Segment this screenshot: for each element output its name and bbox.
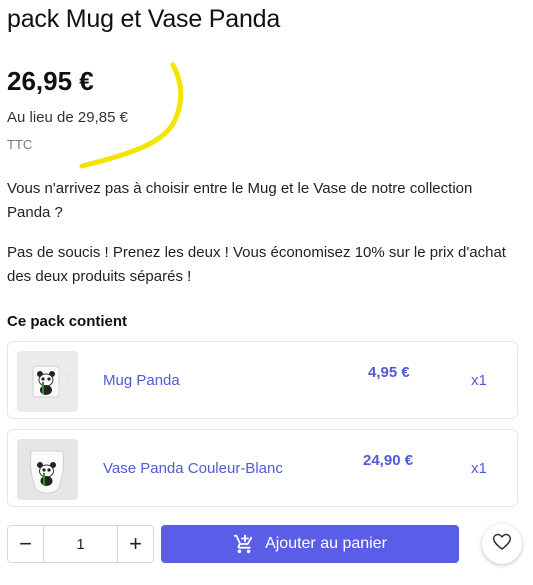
tax-label: TTC (7, 137, 33, 152)
old-price: Au lieu de 29,85 € (7, 109, 128, 126)
product-price: 26,95 € (7, 66, 94, 96)
pack-item-mug: Mug Panda 4,95 € x1 (7, 341, 518, 419)
item-quantity: x1 (471, 460, 487, 477)
item-price: 24,90 € (363, 452, 414, 469)
quantity-stepper: − + (7, 525, 154, 563)
product-title: pack Mug et Vase Panda (7, 5, 281, 33)
mug-thumbnail[interactable] (17, 351, 78, 412)
heart-icon (492, 532, 512, 557)
add-to-cart-button[interactable]: Ajouter au panier (161, 525, 459, 563)
pack-item-vase: Vase Panda Couleur-Blanc 24,90 € x1 (7, 429, 518, 507)
vase-thumbnail[interactable] (17, 439, 78, 500)
item-quantity: x1 (471, 372, 487, 389)
description-paragraph-1: Vous n'arrivez pas à choisir entre le Mu… (7, 180, 473, 221)
pack-contents-title: Ce pack contient (7, 313, 128, 330)
item-name-link[interactable]: Vase Panda Couleur-Blanc (103, 460, 283, 477)
description-paragraph-2: Pas de soucis ! Prenez les deux ! Vous é… (7, 244, 506, 285)
favorite-button[interactable] (482, 524, 522, 564)
add-to-cart-label: Ajouter au panier (265, 535, 387, 552)
increase-quantity-button[interactable]: + (117, 526, 153, 562)
decrease-quantity-button[interactable]: − (8, 526, 44, 562)
quantity-input[interactable] (44, 526, 117, 562)
cart-icon (233, 533, 255, 555)
item-name-link[interactable]: Mug Panda (103, 372, 180, 389)
item-price: 4,95 € (368, 364, 410, 381)
